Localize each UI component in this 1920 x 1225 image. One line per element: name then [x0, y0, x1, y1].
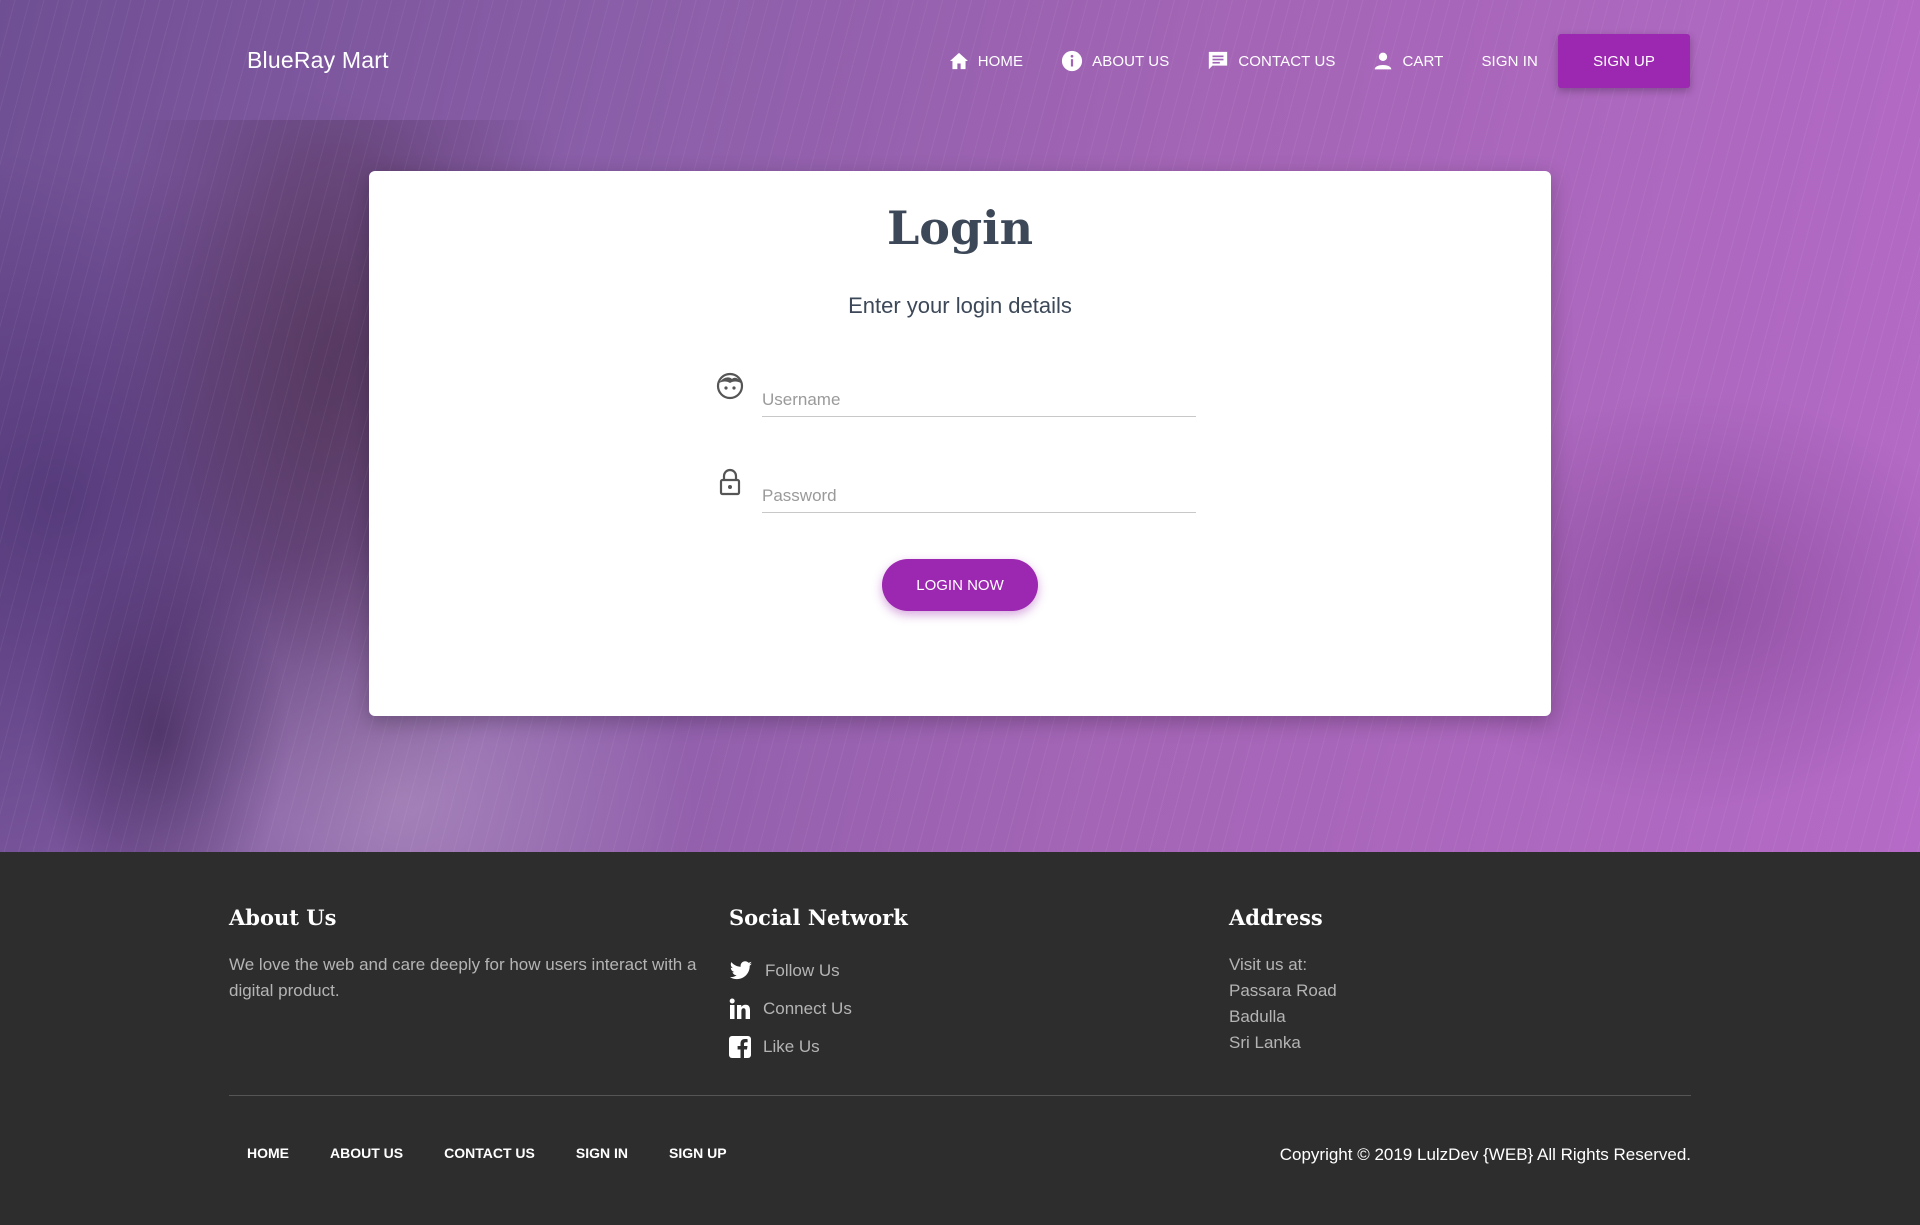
nav-contact[interactable]: CONTACT US: [1207, 34, 1335, 88]
lock-icon: [719, 468, 741, 496]
nav-about[interactable]: ABOUT US: [1061, 34, 1169, 88]
footer-nav-sign-up[interactable]: SIGN UP: [669, 1145, 727, 1161]
nav-home[interactable]: HOME: [949, 34, 1023, 88]
footer-address: Address Visit us at: Passara Road Badull…: [1229, 905, 1629, 1056]
nav-home-label: HOME: [977, 52, 1024, 70]
login-title: Login: [886, 201, 1034, 255]
social-twitter[interactable]: Follow Us: [729, 952, 1129, 990]
login-subtitle: Enter your login details: [848, 293, 1072, 318]
address-line: Badulla: [1229, 1007, 1286, 1026]
social-facebook-label: Like Us: [763, 1037, 820, 1056]
footer-about-heading: About Us: [229, 905, 337, 930]
hero-background: BlueRay Mart HOME ABOUT US CONTACT US CA…: [0, 0, 1920, 852]
footer: About Us We love the web and care deeply…: [0, 852, 1920, 1225]
footer-nav-sign-in[interactable]: SIGN IN: [576, 1145, 628, 1161]
social-linkedin-label: Connect Us: [763, 999, 852, 1018]
nav-about-label: ABOUT US: [1092, 52, 1170, 70]
home-icon: [949, 52, 968, 70]
footer-nav-about[interactable]: ABOUT US: [330, 1145, 403, 1161]
nav-contact-label: CONTACT US: [1238, 52, 1336, 70]
person-icon: [1375, 52, 1392, 70]
login-button[interactable]: LOGIN NOW: [882, 559, 1038, 611]
nav-sign-in[interactable]: SIGN IN: [1481, 34, 1538, 88]
footer-nav: HOME ABOUT US CONTACT US SIGN IN SIGN UP: [247, 1145, 768, 1161]
nav-cart[interactable]: CART: [1373, 34, 1443, 88]
facebook-icon: [729, 1036, 751, 1058]
brand-logo[interactable]: BlueRay Mart: [247, 47, 389, 74]
address-line: Visit us at:: [1229, 955, 1308, 974]
footer-social-heading: Social Network: [729, 905, 908, 930]
social-twitter-label: Follow Us: [765, 961, 840, 980]
copyright: Copyright © 2019 LulzDev {WEB} All Right…: [1279, 1145, 1691, 1164]
linkedin-icon: [729, 998, 750, 1019]
password-input[interactable]: [762, 479, 1196, 513]
top-nav: HOME ABOUT US CONTACT US CART SIGN IN SI…: [911, 34, 1690, 88]
nav-cart-label: CART: [1402, 52, 1444, 70]
footer-nav-home[interactable]: HOME: [247, 1145, 289, 1161]
face-icon: [716, 372, 744, 400]
footer-about-text: We love the web and care deeply for how …: [229, 955, 697, 1000]
address-line: Passara Road: [1229, 981, 1337, 1000]
footer-nav-contact[interactable]: CONTACT US: [444, 1145, 535, 1161]
social-facebook[interactable]: Like Us: [729, 1028, 1129, 1066]
login-card: Login Enter your login details LOGIN NOW: [369, 171, 1551, 716]
footer-about: About Us We love the web and care deeply…: [229, 905, 699, 1004]
social-linkedin[interactable]: Connect Us: [729, 990, 1129, 1028]
info-icon: [1062, 50, 1083, 72]
footer-divider: [229, 1095, 1691, 1096]
username-field: [715, 371, 1196, 421]
footer-address-heading: Address: [1229, 905, 1323, 930]
twitter-icon: [730, 961, 752, 980]
footer-social: Social Network Follow Us Connect Us Like…: [729, 905, 1129, 1066]
nav-sign-up-button[interactable]: SIGN UP: [1558, 34, 1690, 88]
password-field: [715, 467, 1196, 517]
address-line: Sri Lanka: [1229, 1033, 1301, 1052]
chat-icon: [1209, 51, 1228, 70]
username-input[interactable]: [762, 383, 1196, 417]
